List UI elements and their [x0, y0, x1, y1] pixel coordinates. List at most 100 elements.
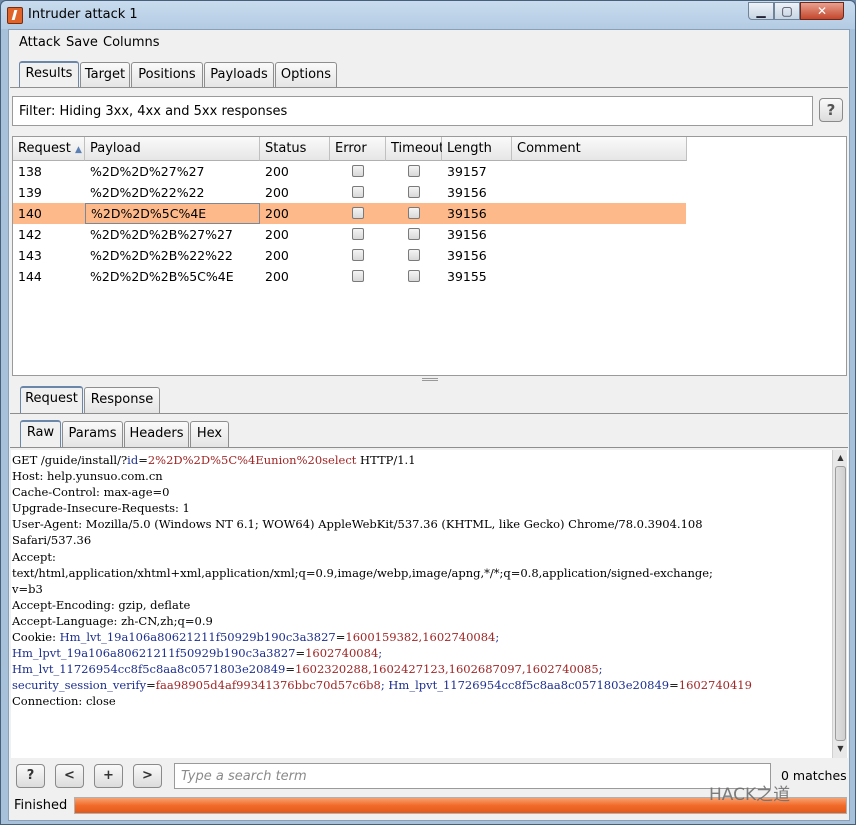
- table-row[interactable]: 142 %2D%2D%2B%27%27 200 39156: [13, 224, 686, 245]
- cell-request: 144: [18, 269, 42, 284]
- accept-encoding-header: Accept-Encoding: gzip, deflate: [12, 597, 191, 612]
- menu-attack[interactable]: Attack: [19, 35, 61, 50]
- cell-comment: [512, 161, 687, 182]
- menu-bar: Attack Save Columns: [9, 30, 849, 54]
- error-checkbox[interactable]: [352, 228, 364, 240]
- column-header-status[interactable]: Status: [260, 137, 330, 161]
- search-add-button[interactable]: +: [94, 764, 123, 788]
- error-checkbox[interactable]: [352, 186, 364, 198]
- minimize-button[interactable]: ▁: [748, 2, 774, 20]
- tab-hex[interactable]: Hex: [190, 421, 229, 447]
- param-equals: =: [138, 453, 148, 467]
- cell-status: 200: [265, 227, 289, 242]
- timeout-checkbox[interactable]: [408, 207, 420, 219]
- scroll-down-icon[interactable]: ▼: [834, 742, 847, 756]
- panel-splitter[interactable]: [9, 377, 849, 383]
- search-input[interactable]: [174, 763, 771, 789]
- cell-length: 39156: [447, 227, 487, 242]
- error-checkbox[interactable]: [352, 207, 364, 219]
- cookie-key: Hm_lvt_11726954cc8f5c8aa8c0571803e20849: [12, 662, 286, 677]
- tab-target[interactable]: Target: [80, 62, 130, 88]
- request-line-end: HTTP/1.1: [356, 453, 416, 467]
- menu-save[interactable]: Save: [66, 35, 98, 50]
- close-button[interactable]: ✕: [800, 2, 844, 20]
- error-checkbox[interactable]: [352, 249, 364, 261]
- tab-results[interactable]: Results: [19, 61, 79, 88]
- tab-headers[interactable]: Headers: [124, 421, 189, 447]
- column-header-timeout[interactable]: Timeout: [386, 137, 444, 161]
- cell-status: 200: [265, 248, 289, 263]
- table-row[interactable]: 144 %2D%2D%2B%5C%4E 200 39155: [13, 266, 686, 287]
- accept-header: Accept:: [12, 549, 56, 564]
- accept-language-header: Accept-Language: zh-CN,zh;q=0.9: [12, 613, 213, 628]
- column-header-error[interactable]: Error: [330, 137, 386, 161]
- column-header-payload[interactable]: Payload: [85, 137, 260, 161]
- table-row[interactable]: 143 %2D%2D%2B%22%22 200 39156: [13, 245, 686, 266]
- raw-request-editor[interactable]: GET /guide/install/?id=2%2D%2D%5C%4Eunio…: [11, 450, 848, 758]
- error-checkbox[interactable]: [352, 270, 364, 282]
- timeout-checkbox[interactable]: [408, 270, 420, 282]
- cookie-header-label: Cookie:: [12, 630, 60, 645]
- filter-bar[interactable]: Filter: Hiding 3xx, 4xx and 5xx response…: [12, 96, 813, 126]
- tab-request[interactable]: Request: [20, 386, 83, 413]
- raw-request-text[interactable]: GET /guide/install/?id=2%2D%2D%5C%4Eunio…: [12, 452, 827, 710]
- tab-params[interactable]: Params: [62, 421, 123, 447]
- cell-payload: %2D%2D%2B%27%27: [90, 227, 233, 242]
- tab-payloads[interactable]: Payloads: [204, 62, 274, 88]
- cookie-key: Hm_lpvt_19a106a80621211f50929b190c3a3827: [12, 646, 296, 661]
- table-row-selected[interactable]: 140 %2D%2D%5C%4E 200 39156: [13, 203, 686, 224]
- cookie-value: 1602740419: [678, 678, 752, 693]
- tab-positions[interactable]: Positions: [131, 62, 203, 88]
- cell-comment: [512, 266, 687, 287]
- cell-payload: %2D%2D%2B%22%22: [90, 248, 233, 263]
- user-agent-header: User-Agent: Mozilla/5.0 (Windows NT 6.1;…: [12, 517, 703, 532]
- match-count: 0 matches: [781, 768, 847, 783]
- watermark: HACK之道: [709, 785, 791, 805]
- accept-value: text/html,application/xhtml+xml,applicat…: [12, 565, 713, 580]
- cell-comment: [512, 224, 687, 245]
- cookie-value: 1602320288,1602427123,1602687097,1602740…: [295, 662, 599, 677]
- cell-status: 200: [265, 206, 289, 221]
- cell-length: 39157: [447, 164, 487, 179]
- column-header-length[interactable]: Length: [442, 137, 512, 161]
- timeout-checkbox[interactable]: [408, 186, 420, 198]
- error-checkbox[interactable]: [352, 165, 364, 177]
- table-row[interactable]: 138 %2D%2D%27%27 200 39157: [13, 161, 686, 182]
- cookie-key: security_session_verify: [12, 678, 147, 693]
- timeout-checkbox[interactable]: [408, 228, 420, 240]
- column-header-comment[interactable]: Comment: [512, 137, 687, 161]
- tab-divider: [10, 87, 848, 88]
- sort-ascending-icon: ▲: [74, 145, 82, 155]
- scroll-up-icon[interactable]: ▲: [834, 451, 847, 465]
- cell-request: 138: [18, 164, 42, 179]
- tab-raw[interactable]: Raw: [20, 420, 61, 447]
- timeout-checkbox[interactable]: [408, 165, 420, 177]
- payload-value: 2%2D%2D%5C%4Eunion%20select: [147, 453, 357, 467]
- cell-length: 39156: [447, 248, 487, 263]
- param-key: id: [127, 453, 139, 467]
- cell-length: 39155: [447, 269, 487, 284]
- cookie-key: Hm_lpvt_11726954cc8f5c8aa8c0571803e20849: [388, 678, 670, 693]
- cookie-value: 1602740084: [305, 646, 379, 661]
- attack-status: Finished: [14, 798, 68, 813]
- title-bar[interactable]: Intruder attack 1 ▁ ▢ ✕: [1, 1, 855, 29]
- search-help-button[interactable]: ?: [16, 764, 45, 788]
- column-header-request[interactable]: Request ▲: [13, 137, 85, 161]
- request-line-start: GET /guide/install/?: [12, 453, 128, 467]
- maximize-button[interactable]: ▢: [774, 2, 800, 20]
- search-next-button[interactable]: >: [133, 764, 162, 788]
- cell-length: 39156: [447, 206, 487, 221]
- vertical-scrollbar[interactable]: ▲ ▼: [832, 450, 847, 758]
- tab-response[interactable]: Response: [84, 387, 160, 413]
- scrollbar-thumb[interactable]: [835, 466, 846, 741]
- tab-options[interactable]: Options: [275, 62, 337, 88]
- connection-header: Connection: close: [12, 694, 116, 709]
- menu-columns[interactable]: Columns: [103, 35, 160, 50]
- cell-length: 39156: [447, 185, 487, 200]
- results-table: Request ▲ Payload Status Error Timeout L…: [12, 136, 847, 376]
- search-previous-button[interactable]: <: [55, 764, 84, 788]
- table-row[interactable]: 139 %2D%2D%22%22 200 39156: [13, 182, 686, 203]
- timeout-checkbox[interactable]: [408, 249, 420, 261]
- filter-help-button[interactable]: ?: [819, 98, 843, 122]
- cell-comment: [512, 182, 687, 203]
